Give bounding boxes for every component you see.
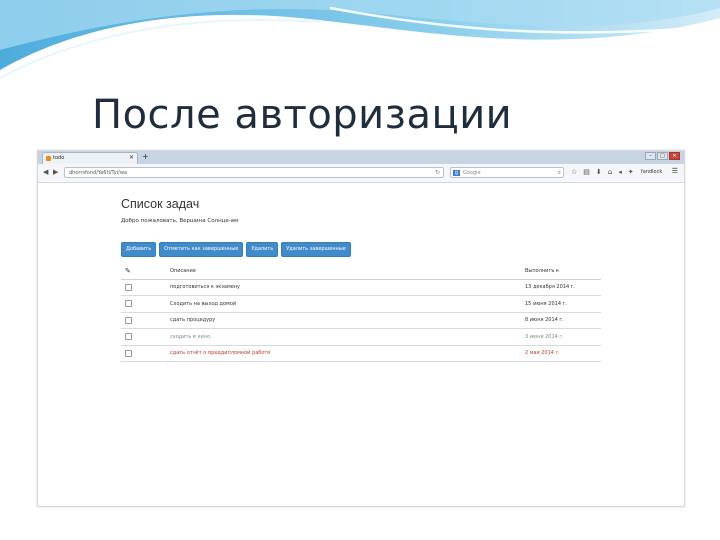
search-placeholder: Google: [463, 170, 481, 176]
task-description[interactable]: сходить в кино: [170, 328, 525, 346]
tasks-table: ✎ Описание Выполнить к подготовиться к э…: [121, 263, 601, 362]
slide-title: После авторизации: [92, 92, 513, 138]
row-checkbox[interactable]: [125, 316, 132, 324]
search-input[interactable]: g Google ⌕: [450, 167, 564, 178]
back-icon[interactable]: ◀: [43, 168, 48, 177]
task-due-date: 8 июня 2014 г.: [525, 312, 601, 329]
new-tab-icon[interactable]: +: [142, 152, 149, 162]
task-due-date: 3 июня 2014 г.: [525, 328, 601, 346]
row-checkbox[interactable]: [125, 333, 132, 341]
row-checkbox-cell: [121, 312, 170, 329]
bookmarks-icon[interactable]: ▤: [583, 167, 590, 177]
task-description[interactable]: сдать процедуру: [170, 312, 525, 329]
table-row: сходить в кино 3 июня 2014 г.: [121, 328, 601, 346]
row-checkbox[interactable]: [125, 300, 132, 308]
tab-close-icon[interactable]: ✕: [129, 154, 134, 161]
favicon-icon: [46, 156, 51, 161]
tab-title: todo: [53, 155, 65, 161]
header-wave-decoration: [0, 0, 720, 79]
welcome-text: Добро пожаловать, Вершина Солнце-ам: [121, 218, 239, 224]
row-checkbox-cell: [121, 345, 170, 362]
table-header-row: ✎ Описание Выполнить к: [121, 263, 601, 280]
table-row: сдать процедуру 8 июня 2014 г.: [121, 312, 601, 329]
browser-tab-bar: todo ✕ + – □ ✕: [38, 151, 684, 164]
window-controls: – □ ✕: [645, 152, 680, 160]
browser-toolbar: ☆ ▤ ⬇ ⌂ ◂ ✦: [571, 167, 634, 177]
browser-window: todo ✕ + – □ ✕ ◀ ▶ dhorrsfond/Ya6ti/Tyi/…: [37, 150, 685, 507]
home-icon[interactable]: ⌂: [608, 167, 612, 177]
page-title: Список задач: [121, 197, 200, 211]
delete-button[interactable]: Удалить: [246, 242, 279, 257]
forward-icon[interactable]: ▶: [53, 168, 58, 177]
task-due-date: 15 июня 2014 г.: [525, 295, 601, 313]
mark-done-button[interactable]: Отметить как завершенные: [159, 242, 244, 257]
table-row: сдать отчёт о преддипломной работе 2 мая…: [121, 345, 601, 362]
search-engine-icon[interactable]: g: [453, 170, 460, 176]
page-content: Список задач Добро пожаловать, Вершина С…: [38, 183, 684, 506]
row-checkbox-cell: [121, 328, 170, 346]
window-close-icon[interactable]: ✕: [669, 152, 680, 160]
delete-done-button[interactable]: Удалить завершенные: [281, 242, 351, 257]
reload-icon[interactable]: ↻: [435, 169, 440, 176]
task-due-date: 13 декабря 2014 г.: [525, 279, 601, 296]
table-row: подготовиться к экзамену 13 декабря 2014…: [121, 279, 601, 296]
edit-column-header: ✎: [121, 263, 170, 280]
pencil-icon: ✎: [125, 266, 131, 275]
task-description[interactable]: сдать отчёт о преддипломной работе: [170, 345, 525, 362]
task-description[interactable]: подготовиться к экзамену: [170, 279, 525, 296]
browser-tab[interactable]: todo ✕: [42, 152, 138, 164]
addon-icon[interactable]: ✦: [628, 167, 634, 177]
description-column-header: Описание: [170, 263, 525, 280]
share-icon[interactable]: ◂: [618, 167, 622, 177]
bookmark-star-icon[interactable]: ☆: [571, 167, 577, 177]
table-row: Сходить на выход домой 15 июня 2014 г.: [121, 295, 601, 313]
task-description[interactable]: Сходить на выход домой: [170, 295, 525, 313]
row-checkbox-cell: [121, 279, 170, 296]
menu-icon[interactable]: ☰: [672, 167, 678, 175]
browser-nav-bar: ◀ ▶ dhorrsfond/Ya6ti/Tyi/wa ↻ g Google ⌕…: [38, 164, 684, 183]
search-icon[interactable]: ⌕: [558, 169, 561, 177]
row-checkbox-cell: [121, 295, 170, 313]
add-button[interactable]: Добавить: [121, 242, 157, 257]
action-buttons: Добавить Отметить как завершенные Удалит…: [121, 242, 351, 257]
download-icon[interactable]: ⬇: [596, 167, 602, 177]
user-label[interactable]: fandlock: [641, 169, 662, 175]
maximize-icon[interactable]: □: [657, 152, 668, 160]
minimize-icon[interactable]: –: [645, 152, 656, 160]
task-due-date: 2 мая 2014 г.: [525, 345, 601, 362]
address-url: dhorrsfond/Ya6ti/Tyi/wa: [69, 170, 127, 176]
due-column-header: Выполнить к: [525, 263, 601, 280]
row-checkbox[interactable]: [125, 349, 132, 357]
address-bar[interactable]: dhorrsfond/Ya6ti/Tyi/wa ↻: [64, 167, 444, 178]
row-checkbox[interactable]: [125, 283, 132, 291]
